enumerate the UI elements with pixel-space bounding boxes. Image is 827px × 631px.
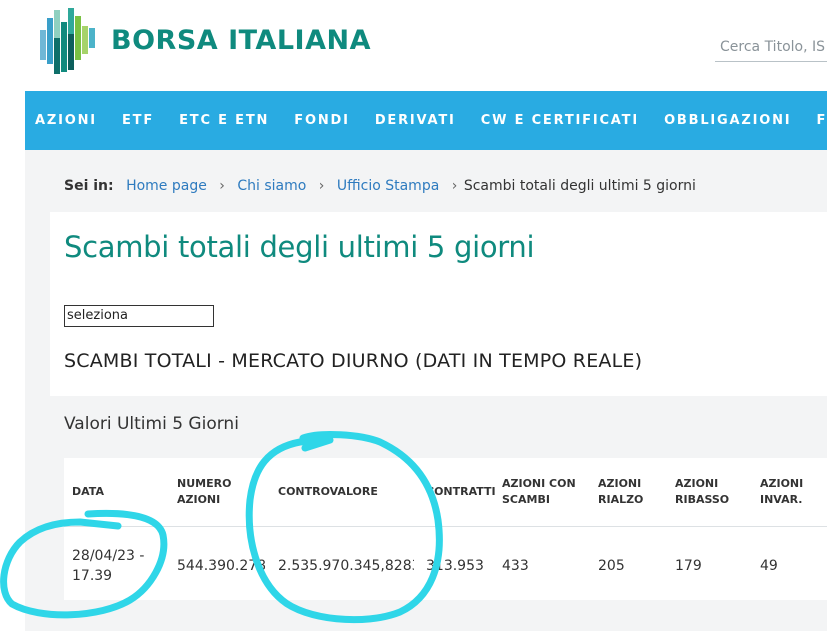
column-header-data: DATA bbox=[72, 485, 104, 498]
main-nav: AZIONI ETF ETC E ETN FONDI DERIVATI CW E… bbox=[25, 91, 827, 150]
breadcrumb-link-ufficio-stampa[interactable]: Ufficio Stampa bbox=[337, 178, 439, 194]
nav-item-cw-certificati[interactable]: CW E CERTIFICATI bbox=[481, 91, 639, 150]
cell-azioni-ribasso: 179 bbox=[675, 558, 702, 574]
breadcrumb-current: Scambi totali degli ultimi 5 giorni bbox=[463, 178, 696, 194]
nav-item-azioni[interactable]: AZIONI bbox=[35, 91, 97, 150]
search-input[interactable]: Cerca Titolo, IS bbox=[715, 36, 827, 62]
column-header-azioni-ribasso: AZIONI RIBASSO bbox=[675, 477, 730, 506]
brand-name[interactable]: BORSA ITALIANA bbox=[111, 25, 371, 56]
page-title: Scambi totali degli ultimi 5 giorni bbox=[64, 230, 535, 264]
nav-item-etc-etn[interactable]: ETC E ETN bbox=[179, 91, 269, 150]
nav-item-etf[interactable]: ETF bbox=[122, 91, 154, 150]
column-header-azioni-rialzo: AZIONI RIALZO bbox=[598, 477, 644, 506]
cell-azioni-con-scambi: 433 bbox=[502, 558, 529, 574]
breadcrumb-link-home[interactable]: Home page bbox=[126, 178, 207, 194]
cell-numero-azioni: 544.390.278 bbox=[177, 558, 267, 574]
cell-data: 28/04/23 - 17.39 bbox=[72, 548, 145, 584]
column-header-numero-azioni: NUMERO AZIONI bbox=[177, 477, 232, 506]
column-header-azioni-invar: AZIONI INVAR. bbox=[760, 477, 804, 506]
nav-item-fondi[interactable]: FONDI bbox=[294, 91, 349, 150]
cell-controvalore: 2.535.970.345,8283 bbox=[278, 558, 414, 574]
breadcrumb-prefix: Sei in: bbox=[64, 178, 114, 194]
subsection-title: Valori Ultimi 5 Giorni bbox=[64, 414, 239, 434]
breadcrumb-separator-icon: › bbox=[219, 178, 225, 194]
breadcrumb-link-chi-siamo[interactable]: Chi siamo bbox=[237, 178, 306, 194]
nav-item-finanza-sostenibile[interactable]: FINANZA SOST bbox=[817, 91, 827, 150]
table-header: DATA NUMERO AZIONI CONTROVALORE CONTRATT… bbox=[64, 458, 827, 527]
borsa-italiana-logo-icon[interactable] bbox=[40, 8, 100, 74]
cell-contratti: 313.953 bbox=[426, 558, 484, 574]
section-title: SCAMBI TOTALI - MERCATO DIURNO (DATI IN … bbox=[64, 350, 643, 372]
nav-item-derivati[interactable]: DERIVATI bbox=[375, 91, 456, 150]
breadcrumb: Sei in: Home page › Chi siamo › Ufficio … bbox=[64, 178, 696, 194]
breadcrumb-separator-icon: › bbox=[451, 178, 458, 194]
column-header-contratti: CONTRATTI bbox=[426, 485, 496, 498]
column-header-controvalore: CONTROVALORE bbox=[278, 485, 378, 498]
cell-azioni-invar: 49 bbox=[760, 558, 778, 574]
breadcrumb-separator-icon: › bbox=[318, 178, 325, 194]
cell-azioni-rialzo: 205 bbox=[598, 558, 625, 574]
period-select[interactable]: seleziona bbox=[64, 305, 214, 327]
nav-item-obbligazioni[interactable]: OBBLIGAZIONI bbox=[664, 91, 791, 150]
column-header-azioni-con-scambi: AZIONI CON SCAMBI bbox=[502, 477, 576, 506]
trading-table: DATA NUMERO AZIONI CONTROVALORE CONTRATT… bbox=[64, 458, 827, 600]
